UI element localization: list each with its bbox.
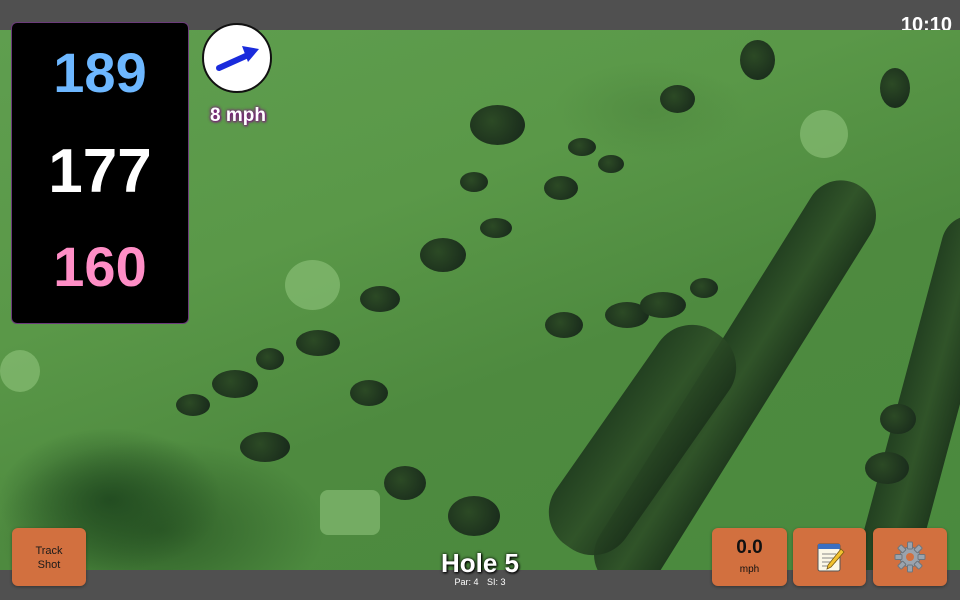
tree xyxy=(296,330,340,356)
tree xyxy=(360,286,400,312)
speed-button[interactable]: 0.0 mph xyxy=(712,528,787,586)
tree xyxy=(880,404,916,434)
tree xyxy=(545,312,583,338)
distance-front: 160 xyxy=(53,235,147,298)
scorecard-button[interactable] xyxy=(793,528,866,586)
distance-middle: 177 xyxy=(48,137,152,206)
tree xyxy=(880,68,910,108)
gear-icon xyxy=(894,541,926,573)
tree xyxy=(176,394,210,416)
hole-info: Par: 4 SI: 3 xyxy=(400,577,560,588)
tree xyxy=(460,172,488,192)
arrow-icon xyxy=(216,46,259,71)
green xyxy=(0,350,40,392)
green xyxy=(800,110,848,158)
tree xyxy=(640,292,686,318)
speed-unit: mph xyxy=(739,564,760,575)
tree xyxy=(470,105,525,145)
hole-par: Par: 4 xyxy=(454,577,479,587)
tree xyxy=(740,40,775,80)
tree xyxy=(568,138,596,156)
tree xyxy=(598,155,624,173)
tree xyxy=(690,278,718,298)
tree xyxy=(660,85,695,113)
speed-value: 0.0 xyxy=(736,537,763,558)
tree xyxy=(240,432,290,462)
tree xyxy=(544,176,578,200)
tree xyxy=(480,218,512,238)
tree xyxy=(384,466,426,500)
green xyxy=(320,490,380,535)
tree xyxy=(212,370,258,398)
settings-button[interactable] xyxy=(873,528,947,586)
wind-direction-indicator xyxy=(202,23,272,93)
track-shot-button[interactable]: Track Shot xyxy=(12,528,86,586)
tree xyxy=(448,496,500,536)
tree xyxy=(420,238,466,272)
hole-title: Hole 5 xyxy=(440,548,520,578)
track-shot-label: Track Shot xyxy=(35,545,63,571)
notepad-icon xyxy=(817,543,845,572)
hole-stroke-index: SI: 3 xyxy=(487,577,506,587)
wind-speed: 8 mph xyxy=(210,105,266,126)
green xyxy=(285,260,340,310)
distance-panel: 189 177 160 xyxy=(11,22,189,324)
tree-line xyxy=(851,208,960,570)
tree xyxy=(256,348,284,370)
tree xyxy=(350,380,388,406)
distance-back: 189 xyxy=(53,41,147,104)
tree xyxy=(865,452,909,484)
